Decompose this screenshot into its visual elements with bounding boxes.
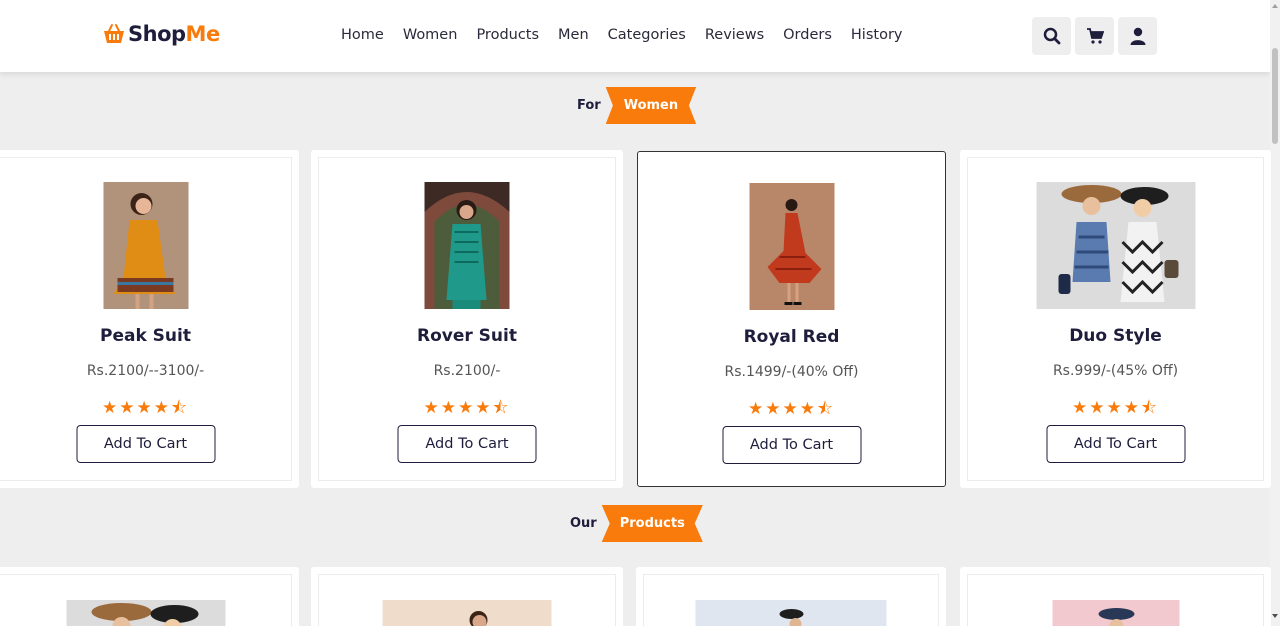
rating-stars-icon: ★★★★⯪: [1071, 398, 1160, 418]
section-heading-women: For Women: [577, 87, 697, 124]
cart-icon: [1086, 28, 1104, 44]
scroll-down-arrow-icon[interactable]: [1272, 614, 1278, 618]
add-to-cart-button[interactable]: Add To Cart: [722, 426, 861, 464]
scroll-up-arrow-icon[interactable]: [1272, 4, 1278, 8]
nav-women[interactable]: Women: [403, 27, 458, 43]
product-card: [960, 567, 1271, 626]
product-image-peak-suit[interactable]: [103, 182, 188, 309]
cart-button[interactable]: [1075, 17, 1114, 55]
main-nav: Home Women Products Men Categories Revie…: [341, 27, 922, 43]
product-card: Peak Suit Rs.2100/--3100/- ★★★★⯪ Add To …: [0, 150, 299, 488]
heading-tag: Women: [605, 87, 697, 124]
header-actions: [1032, 17, 1157, 55]
account-button[interactable]: [1118, 17, 1157, 55]
product-image[interactable]: [695, 600, 887, 626]
product-card: [636, 567, 946, 626]
product-price: Rs.2100/-: [433, 363, 501, 379]
add-to-cart-button[interactable]: Add To Cart: [76, 425, 215, 463]
product-card: [311, 567, 623, 626]
nav-men[interactable]: Men: [558, 27, 589, 43]
product-title: Peak Suit: [100, 326, 191, 346]
product-image[interactable]: [382, 600, 552, 626]
section-heading-products: Our Products: [570, 505, 703, 542]
user-icon: [1130, 27, 1145, 45]
product-price: Rs.2100/--3100/-: [86, 363, 205, 379]
nav-products[interactable]: Products: [476, 27, 539, 43]
logo[interactable]: ShopMe: [102, 22, 220, 46]
logo-text-me: Me: [185, 22, 221, 46]
product-image[interactable]: [66, 600, 225, 626]
scrollbar-thumb[interactable]: [1272, 48, 1278, 144]
heading-tag: Products: [601, 505, 703, 542]
product-image[interactable]: [1052, 600, 1179, 626]
product-price: Rs.1499/-(40% Off): [724, 364, 859, 380]
product-card: Duo Style Rs.999/-(45% Off) ★★★★⯪ Add To…: [960, 150, 1271, 488]
nav-orders[interactable]: Orders: [783, 27, 832, 43]
product-title: Royal Red: [743, 327, 840, 347]
product-image-royal-red[interactable]: [749, 183, 834, 310]
product-card: Rover Suit Rs.2100/- ★★★★⯪ Add To Cart: [311, 150, 623, 488]
logo-text-shop: Shop: [128, 22, 186, 46]
nav-history[interactable]: History: [851, 27, 903, 43]
heading-prefix: Our: [570, 516, 597, 531]
nav-home[interactable]: Home: [341, 27, 384, 43]
nav-reviews[interactable]: Reviews: [705, 27, 764, 43]
rating-stars-icon: ★★★★⯪: [101, 398, 190, 418]
site-header: ShopMe Home Women Products Men Categorie…: [0, 0, 1270, 72]
rating-stars-icon: ★★★★⯪: [747, 399, 836, 419]
add-to-cart-button[interactable]: Add To Cart: [1046, 425, 1185, 463]
basket-icon: [104, 24, 124, 43]
nav-categories[interactable]: Categories: [608, 27, 686, 43]
search-button[interactable]: [1032, 17, 1071, 55]
product-image-rover-suit[interactable]: [424, 182, 510, 309]
heading-prefix: For: [577, 98, 601, 113]
product-price: Rs.999/-(45% Off): [1052, 363, 1179, 379]
product-image-duo-style[interactable]: [1036, 182, 1195, 309]
product-card: Royal Red Rs.1499/-(40% Off) ★★★★⯪ Add T…: [637, 151, 946, 487]
rating-stars-icon: ★★★★⯪: [423, 398, 511, 418]
product-card: [0, 567, 299, 626]
add-to-cart-button[interactable]: Add To Cart: [397, 425, 537, 463]
search-icon: [1043, 27, 1060, 45]
product-title: Rover Suit: [417, 326, 517, 346]
product-title: Duo Style: [1069, 326, 1162, 346]
